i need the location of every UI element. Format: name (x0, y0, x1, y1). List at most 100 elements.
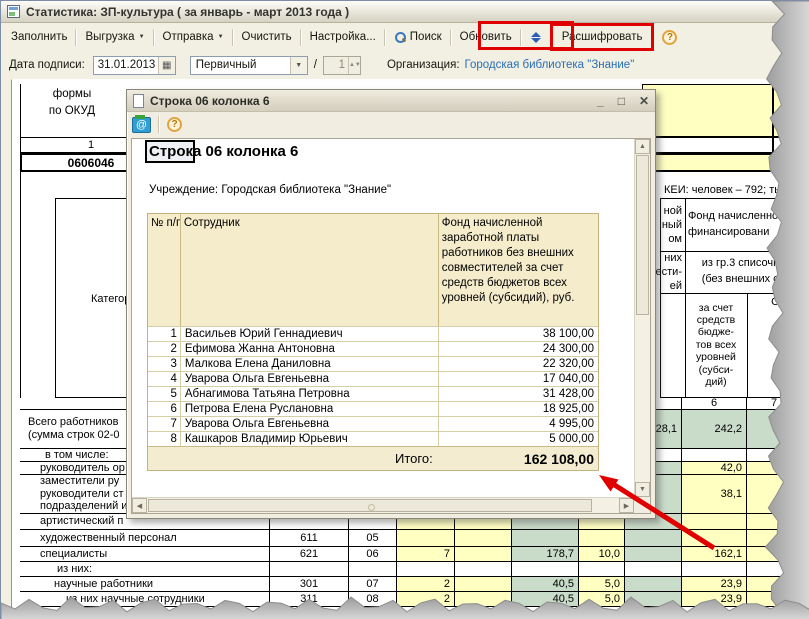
maximize-button[interactable]: □ (618, 95, 625, 107)
bg-table-cell (625, 592, 682, 607)
bg-table-cell: 7 (747, 398, 802, 410)
row-number: 5 (148, 386, 181, 401)
organization-label: Организация: (387, 59, 460, 71)
drilldown-heading: Строка 06 колонка 6 (149, 143, 298, 160)
horizontal-scrollbar[interactable]: ◀ ▶ (132, 497, 634, 513)
bg-table-row: из них научные сотрудники31108240,55,023… (20, 592, 802, 607)
dialog-report-content: Строка 06 колонка 6 Учреждение: Городска… (132, 139, 634, 497)
row-number: 1 (148, 326, 181, 341)
bg-table-cell (682, 562, 747, 577)
bg-table-cell (349, 562, 397, 577)
bg-table-cell (747, 462, 802, 475)
codes-cell (773, 84, 809, 137)
employee-name: Уварова Ольга Евгеньевна (181, 416, 439, 431)
params-bar: Дата подписи: 31.01.2013 ▦ Первичный ▼ /… (1, 51, 809, 79)
bg-table-cell: 40,5 (512, 592, 579, 607)
main-toolbar: Заполнить Выгрузка▼ Отправка▼ Очистить Н… (1, 23, 809, 51)
toolbar-separator (300, 29, 302, 46)
horizontal-scroll-thumb[interactable] (148, 499, 592, 512)
bg-table-cell: 23,9 (682, 592, 747, 607)
employee-row: 5Абнагимова Татьяна Петровна31 428,00 (148, 386, 598, 401)
employee-row: 8Кашкаров Владимир Юрьевич5 000,00 (148, 431, 598, 446)
chevron-down-icon[interactable]: ▼ (290, 57, 307, 74)
bg-table-cell (747, 547, 802, 562)
salary-value: 22 320,00 (439, 356, 598, 371)
salary-value: 18 925,00 (439, 401, 598, 416)
vertical-scroll-thumb[interactable] (636, 155, 649, 315)
document-icon (133, 94, 144, 108)
search-button[interactable]: Поиск (388, 26, 448, 48)
salary-value: 4 995,00 (439, 416, 598, 431)
employee-name: Уварова Ольга Евгеньевна (181, 371, 439, 386)
employee-name: Малкова Елена Даниловна (181, 356, 439, 371)
help-button[interactable]: ? (656, 25, 683, 50)
bg-table-cell: 23,9 (682, 577, 747, 592)
organization-link[interactable]: Городская библиотека "Знание" (465, 59, 635, 71)
scroll-left-icon[interactable]: ◀ (132, 498, 147, 513)
oms-subcolumn-header: ОМС (747, 293, 809, 398)
date-input[interactable]: 31.01.2013 ▦ (93, 56, 176, 75)
minimize-button[interactable]: _ (597, 95, 604, 107)
export-menu-button[interactable]: Выгрузка▼ (79, 26, 150, 48)
drilldown-table-body: 1Васильев Юрий Геннадиевич38 100,002Ефим… (148, 326, 598, 446)
bg-table-cell (455, 592, 512, 607)
codes-cell (773, 153, 809, 172)
scroll-down-icon[interactable]: ▼ (635, 482, 650, 497)
revision-value: 1 (324, 57, 348, 74)
salary-value: 17 040,00 (439, 371, 598, 386)
send-menu-button[interactable]: Отправка▼ (157, 26, 230, 48)
bg-row-label: из них научные сотрудники (20, 592, 270, 607)
bg-table-cell: 611 (270, 530, 349, 547)
employee-row: 2Ефимова Жанна Антоновна24 300,00 (148, 341, 598, 356)
calendar-icon[interactable]: ▦ (158, 57, 175, 74)
window-titlebar: Статистика: ЗП-культура ( за январь - ма… (1, 1, 809, 23)
scroll-right-icon[interactable]: ▶ (619, 498, 634, 513)
column-header: № п/п (148, 214, 181, 326)
bg-table-cell (397, 562, 455, 577)
dialog-toolbar: @ ? (127, 112, 655, 137)
bg-table-cell: 05 (349, 530, 397, 547)
revision-stepper[interactable]: 1 ▲▼ (323, 56, 361, 75)
help-icon[interactable]: ? (167, 117, 182, 132)
kei-units-line: КЕИ: человек – 792; тысяч (664, 184, 799, 196)
drilldown-table-header: № п/п Сотрудник Фонд начисленной заработ… (148, 214, 598, 326)
bg-table-cell (512, 530, 579, 547)
salary-value: 5 000,00 (439, 431, 598, 446)
scrollbar-corner (634, 497, 650, 513)
toolbar-separator (232, 29, 234, 46)
codes-cell (773, 137, 809, 153)
scroll-up-icon[interactable]: ▲ (635, 139, 650, 154)
employee-name: Кашкаров Владимир Юрьевич (181, 431, 439, 446)
chevron-down-icon: ▼ (218, 34, 224, 40)
settings-button[interactable]: Настройка... (304, 26, 382, 48)
header-fragment-cell: ной ный ом (660, 198, 686, 252)
fill-button[interactable]: Заполнить (5, 26, 73, 48)
bg-table-cell: 621 (270, 547, 349, 562)
bg-table-cell: 42,0 (682, 462, 747, 475)
bg-table-cell: 7 (397, 547, 455, 562)
bg-table-cell: 38,1 (682, 475, 747, 514)
toolbar-separator (450, 29, 452, 46)
bg-row-label: научные работники (20, 577, 270, 592)
dialog-body: Строка 06 колонка 6 Учреждение: Городска… (131, 138, 651, 514)
send-mail-icon[interactable]: @ (132, 117, 151, 133)
vertical-scrollbar[interactable]: ▲ ▼ (634, 139, 650, 497)
red-annotation-box (478, 21, 574, 50)
total-label: Итого: (148, 451, 439, 466)
bg-table-cell (747, 475, 802, 514)
header-fragment-cell: них ести- ей (660, 251, 686, 294)
bg-table-cell: 5,0 (579, 577, 625, 592)
dialog-titlebar[interactable]: Строка 06 колонка 6 _ □ ✕ (127, 90, 655, 112)
close-button[interactable]: ✕ (639, 95, 649, 107)
bg-table-row: из них: (20, 562, 802, 577)
report-kind-select[interactable]: Первичный ▼ (190, 56, 308, 75)
bg-table-cell: 242,2 (682, 410, 747, 449)
clear-button[interactable]: Очистить (236, 26, 298, 48)
bg-table-cell: 07 (349, 577, 397, 592)
stepper-arrows-icon[interactable]: ▲▼ (348, 57, 360, 74)
column-header: Фонд начисленной заработной платы работн… (439, 214, 598, 326)
budget-subcolumn-header: за счет средств бюдже- тов всех уровней … (685, 293, 748, 398)
bg-table-cell (625, 562, 682, 577)
employee-name: Петрова Елена Руслановна (181, 401, 439, 416)
bg-table-cell (747, 577, 802, 592)
